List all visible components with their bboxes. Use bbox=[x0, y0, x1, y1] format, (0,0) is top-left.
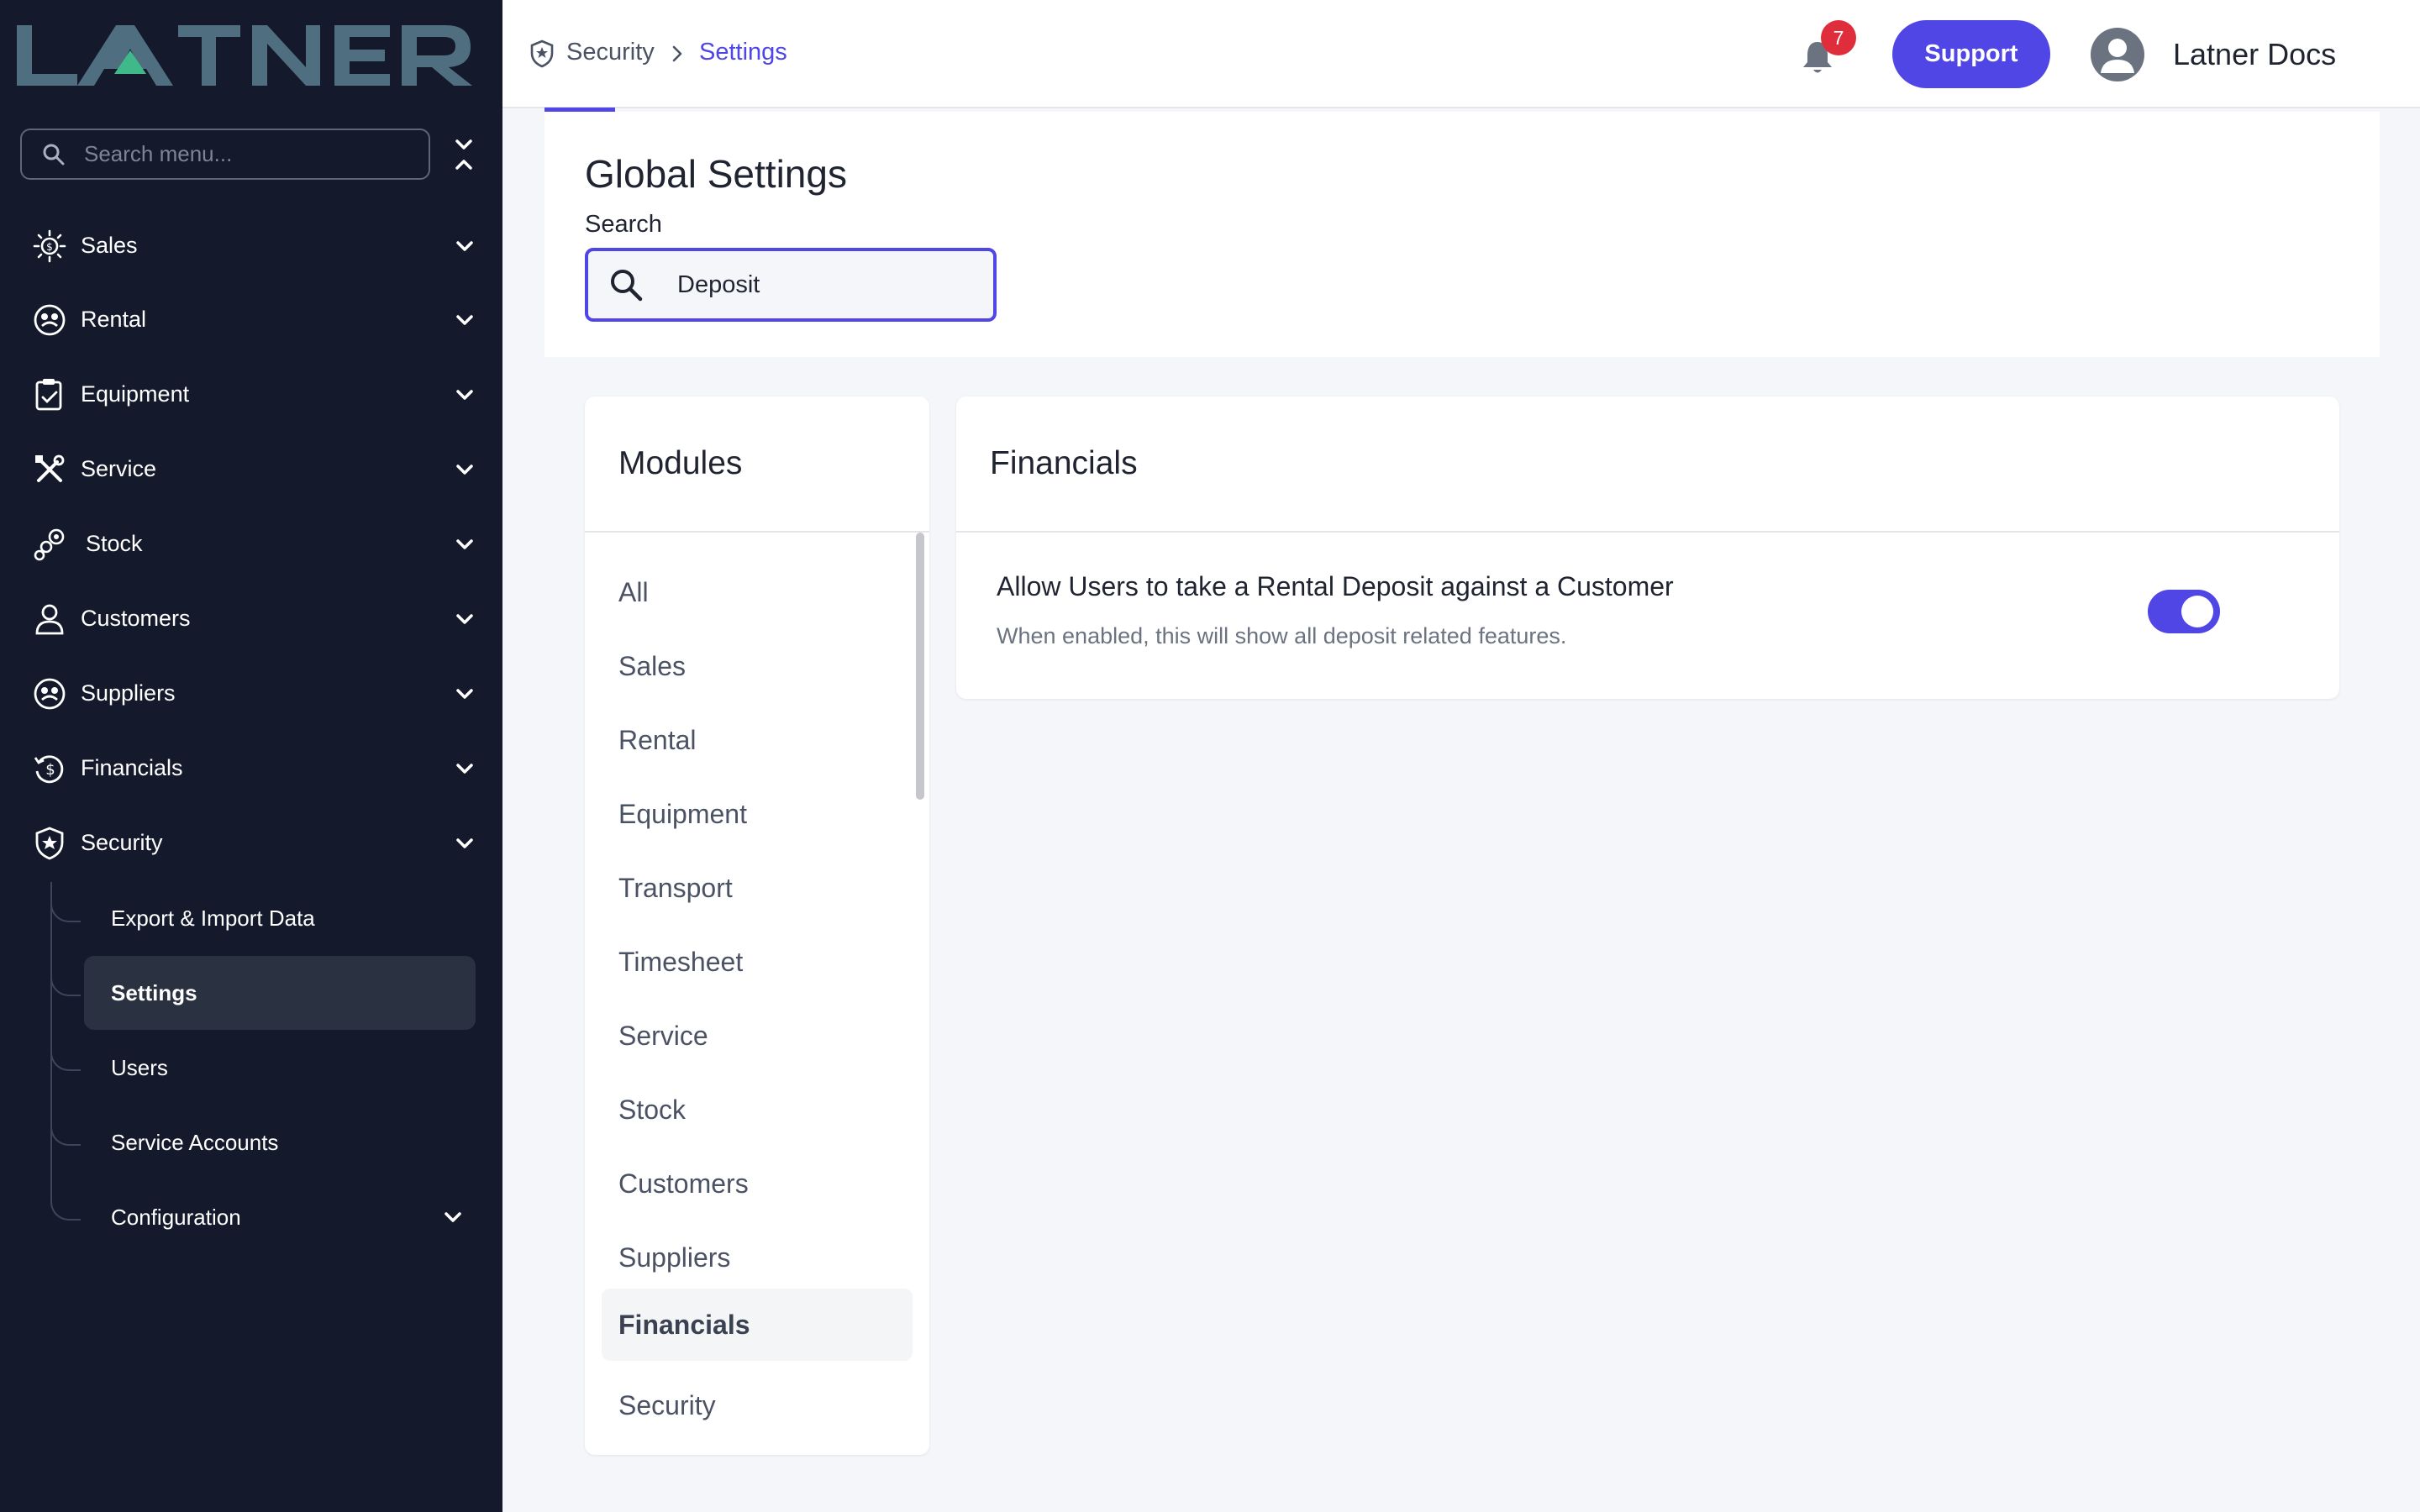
sidebar-item-label: Service bbox=[81, 456, 157, 481]
breadcrumb-settings: Settings bbox=[699, 39, 787, 66]
module-item-rental[interactable]: Rental bbox=[602, 704, 913, 776]
tree-connector bbox=[50, 1121, 81, 1146]
menu-search-placeholder: Search menu... bbox=[84, 141, 233, 166]
sidebar-subitem-users[interactable]: Users bbox=[84, 1031, 476, 1105]
user-icon bbox=[35, 604, 64, 634]
tree-connector bbox=[50, 971, 81, 996]
sidebar-subitem-label: Users bbox=[111, 1054, 168, 1080]
chevron-down-icon bbox=[456, 763, 473, 774]
tree-connector bbox=[50, 1046, 81, 1071]
breadcrumb-security[interactable]: Security bbox=[566, 39, 655, 66]
setting-title: Allow Users to take a Rental Deposit aga… bbox=[997, 571, 1674, 601]
setting-description: When enabled, this will show all deposit… bbox=[997, 623, 1567, 648]
user-name[interactable]: Latner Docs bbox=[2173, 37, 2336, 72]
module-item-sales[interactable]: Sales bbox=[602, 630, 913, 702]
financials-icon: $ bbox=[34, 754, 64, 783]
module-item-financials[interactable]: Financials bbox=[602, 1289, 913, 1361]
module-item-customers[interactable]: Customers bbox=[602, 1147, 913, 1220]
sidebar-subitem-label: Settings bbox=[111, 979, 197, 1005]
sidebar-item-label: Sales bbox=[81, 233, 138, 258]
sidebar-item-label: Rental bbox=[81, 307, 147, 332]
section-title: Financials bbox=[990, 445, 1138, 481]
tree-connector bbox=[50, 897, 81, 922]
sidebar: Search menu... $ Sales Rental Equipment … bbox=[0, 0, 502, 1512]
sidebar-subitem-settings[interactable]: Settings bbox=[84, 956, 476, 1030]
divider bbox=[585, 531, 929, 533]
rental-icon bbox=[34, 304, 66, 335]
financials-settings-panel: Financials Allow Users to take a Rental … bbox=[956, 396, 2339, 699]
menu-search-input[interactable]: Search menu... bbox=[20, 129, 430, 180]
sidebar-item-label: Security bbox=[81, 830, 163, 855]
search-value: Deposit bbox=[677, 270, 760, 298]
chevron-right-icon bbox=[672, 45, 682, 62]
module-item-security[interactable]: Security bbox=[602, 1369, 913, 1441]
sidebar-item-equipment[interactable]: Equipment bbox=[0, 357, 502, 432]
chevron-down-icon bbox=[456, 464, 473, 475]
shield-icon bbox=[35, 826, 64, 860]
sidebar-item-service[interactable]: Service bbox=[0, 432, 502, 507]
latner-logo[interactable] bbox=[17, 18, 472, 91]
suppliers-icon bbox=[34, 678, 66, 709]
sidebar-item-label: Financials bbox=[81, 755, 183, 780]
chevron-down-icon bbox=[456, 837, 473, 848]
sidebar-subitem-service-accounts[interactable]: Service Accounts bbox=[84, 1105, 476, 1179]
active-tab-indicator bbox=[544, 108, 615, 112]
sidebar-item-label: Equipment bbox=[81, 381, 190, 407]
settings-search-input[interactable]: Deposit bbox=[585, 248, 997, 322]
modules-scrollbar[interactable] bbox=[916, 533, 924, 800]
module-item-timesheet[interactable]: Timesheet bbox=[602, 926, 913, 998]
sidebar-subitem-label: Configuration bbox=[111, 1204, 241, 1230]
module-item-transport[interactable]: Transport bbox=[602, 852, 913, 924]
chevron-down-icon bbox=[456, 613, 473, 624]
chevron-down-icon bbox=[456, 389, 473, 400]
chevron-down-icon bbox=[456, 240, 473, 251]
module-item-suppliers[interactable]: Suppliers bbox=[602, 1221, 913, 1294]
sidebar-item-stock[interactable]: Stock bbox=[0, 507, 502, 581]
sidebar-item-label: Customers bbox=[81, 606, 191, 631]
submenu-tree-line bbox=[50, 882, 52, 1204]
svg-text:$: $ bbox=[46, 241, 53, 253]
search-icon bbox=[43, 144, 65, 165]
module-item-stock[interactable]: Stock bbox=[602, 1074, 913, 1146]
search-icon bbox=[611, 270, 643, 302]
module-item-equipment[interactable]: Equipment bbox=[602, 778, 913, 850]
service-icon bbox=[35, 454, 65, 482]
rental-deposit-toggle[interactable] bbox=[2148, 590, 2220, 633]
chevron-down-icon bbox=[456, 688, 473, 699]
svg-text:$: $ bbox=[45, 761, 55, 779]
sidebar-item-label: Suppliers bbox=[81, 680, 176, 706]
sidebar-subitem-export-import[interactable]: Export & Import Data bbox=[84, 881, 476, 955]
chevron-down-icon bbox=[445, 1212, 461, 1222]
equipment-icon bbox=[35, 378, 62, 410]
modules-panel: Modules All Sales Rental Equipment Trans… bbox=[585, 396, 929, 1455]
sales-icon: $ bbox=[33, 229, 66, 262]
sidebar-item-sales[interactable]: $ Sales bbox=[0, 208, 502, 283]
user-avatar-icon bbox=[2101, 39, 2134, 73]
collapse-menu-icon[interactable] bbox=[450, 136, 477, 173]
sidebar-item-security[interactable]: Security bbox=[0, 806, 502, 880]
page-title: Global Settings bbox=[585, 152, 847, 196]
sidebar-item-customers[interactable]: Customers bbox=[0, 581, 502, 656]
sidebar-item-label: Stock bbox=[86, 531, 143, 556]
notification-badge: 7 bbox=[1821, 20, 1856, 55]
module-item-all[interactable]: All bbox=[602, 556, 913, 628]
sidebar-item-financials[interactable]: $ Financials bbox=[0, 731, 502, 806]
sidebar-subitem-label: Service Accounts bbox=[111, 1129, 279, 1155]
sidebar-subitem-label: Export & Import Data bbox=[111, 905, 315, 931]
chevron-down-icon bbox=[456, 314, 473, 325]
sidebar-subitem-configuration[interactable]: Configuration bbox=[84, 1180, 476, 1254]
search-label: Search bbox=[585, 211, 662, 238]
sidebar-item-rental[interactable]: Rental bbox=[0, 282, 502, 357]
tree-connector bbox=[50, 1195, 81, 1221]
module-item-service[interactable]: Service bbox=[602, 1000, 913, 1072]
chevron-down-icon bbox=[456, 538, 473, 549]
shield-icon bbox=[530, 39, 554, 68]
support-button[interactable]: Support bbox=[1892, 20, 2050, 88]
divider bbox=[956, 531, 2339, 533]
modules-title: Modules bbox=[618, 445, 743, 481]
stock-icon bbox=[34, 528, 65, 560]
toggle-knob bbox=[2181, 596, 2213, 627]
avatar[interactable] bbox=[2091, 28, 2144, 81]
sidebar-item-suppliers[interactable]: Suppliers bbox=[0, 656, 502, 731]
